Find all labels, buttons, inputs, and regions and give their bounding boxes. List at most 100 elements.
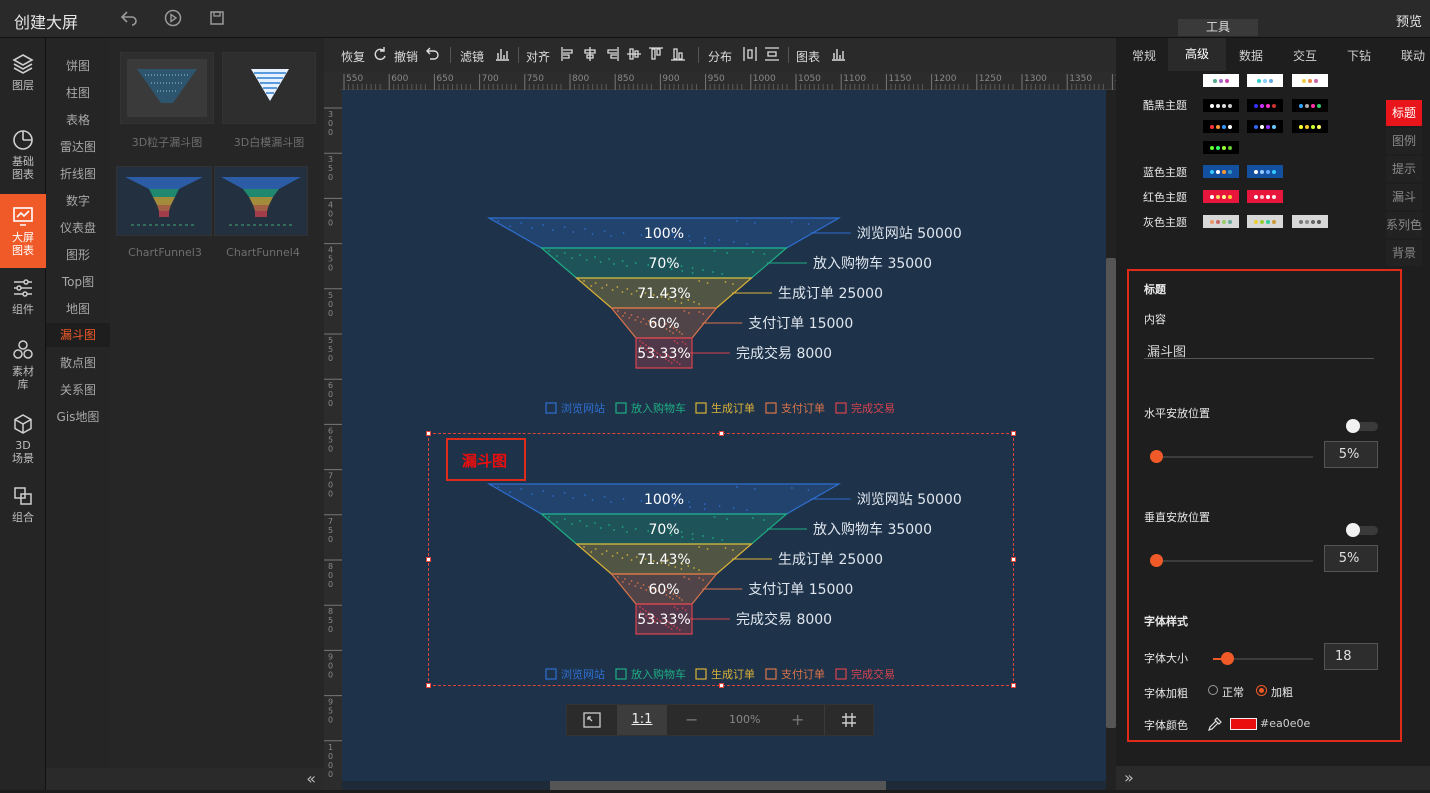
double-chevron-left-icon[interactable]: « bbox=[306, 769, 316, 788]
v-position-toggle[interactable] bbox=[1346, 523, 1378, 537]
theme-swatch[interactable] bbox=[1203, 141, 1239, 154]
align-left-icon[interactable] bbox=[560, 46, 576, 62]
theme-swatch[interactable] bbox=[1203, 74, 1239, 87]
ratio-1-1-button[interactable]: 1:1 bbox=[617, 705, 667, 735]
play-icon[interactable] bbox=[162, 8, 184, 30]
font-size-knob[interactable] bbox=[1221, 652, 1234, 665]
theme-swatch[interactable] bbox=[1292, 120, 1328, 133]
align-button[interactable]: 对齐 bbox=[526, 48, 550, 65]
tab-advanced[interactable]: 高级 bbox=[1168, 38, 1226, 71]
v-position-input[interactable]: 5% bbox=[1324, 545, 1378, 572]
theme-swatch[interactable] bbox=[1292, 215, 1328, 228]
theme-swatch[interactable] bbox=[1292, 74, 1328, 87]
nav-assets[interactable]: 素材库 bbox=[0, 338, 46, 396]
funnel-chart-2[interactable]: 100% 浏览网站 50000 70% 放入购物车 35000 71.43% 生成订单 2… bbox=[342, 430, 1106, 690]
menu-item[interactable]: 折线图 bbox=[46, 165, 110, 182]
h-position-toggle[interactable] bbox=[1346, 419, 1378, 433]
menu-item[interactable]: 图形 bbox=[46, 246, 110, 263]
undo-icon[interactable] bbox=[424, 46, 440, 62]
thumb-chartfunnel4[interactable] bbox=[214, 166, 308, 236]
side-tab-background[interactable]: 背景 bbox=[1386, 240, 1422, 266]
distribute-h-icon[interactable] bbox=[742, 46, 758, 62]
menu-item[interactable]: 饼图 bbox=[46, 57, 110, 74]
theme-swatch[interactable] bbox=[1247, 120, 1283, 133]
vertical-ruler[interactable]: 3003504004505005506006507007508008509009… bbox=[324, 90, 342, 790]
nav-layers[interactable]: 图层 bbox=[0, 52, 46, 100]
theme-swatch[interactable] bbox=[1247, 215, 1283, 228]
align-top-icon[interactable] bbox=[648, 46, 664, 62]
nav-group[interactable]: 组合 bbox=[0, 484, 46, 528]
menu-item[interactable]: 表格 bbox=[46, 111, 110, 128]
menu-item[interactable]: Gis地图 bbox=[46, 408, 110, 425]
vertical-scrollbar-thumb[interactable] bbox=[1106, 258, 1116, 728]
theme-swatch[interactable] bbox=[1292, 99, 1328, 112]
side-tab-title[interactable]: 标题 bbox=[1386, 100, 1422, 126]
nav-3d-scene[interactable]: 3D场景 bbox=[0, 412, 46, 470]
theme-swatch[interactable] bbox=[1203, 99, 1239, 112]
side-tab-series-color[interactable]: 系列色 bbox=[1386, 212, 1422, 238]
h-position-slider[interactable] bbox=[1155, 456, 1313, 458]
menu-item[interactable]: 雷达图 bbox=[46, 138, 110, 155]
redo-icon[interactable] bbox=[372, 46, 388, 62]
menu-item-funnel[interactable]: 漏斗图 bbox=[46, 323, 110, 347]
theme-swatch[interactable] bbox=[1203, 215, 1239, 228]
content-input[interactable]: 漏斗图 bbox=[1144, 337, 1374, 360]
eyedropper-icon[interactable] bbox=[1207, 716, 1223, 735]
zoom-in-icon[interactable]: + bbox=[791, 710, 804, 729]
theme-swatch[interactable] bbox=[1247, 99, 1283, 112]
tab-linkage[interactable]: 联动 bbox=[1401, 47, 1425, 64]
tab-interaction[interactable]: 交互 bbox=[1293, 47, 1317, 64]
theme-swatch[interactable] bbox=[1203, 165, 1239, 178]
theme-swatch[interactable] bbox=[1247, 190, 1283, 203]
menu-item[interactable]: 仪表盘 bbox=[46, 219, 110, 236]
radio-bold[interactable] bbox=[1256, 685, 1267, 696]
theme-swatch[interactable] bbox=[1247, 165, 1283, 178]
menu-item[interactable]: 关系图 bbox=[46, 381, 110, 398]
bar-chart-icon[interactable] bbox=[494, 46, 510, 62]
back-icon[interactable] bbox=[118, 8, 140, 30]
theme-swatch[interactable] bbox=[1247, 74, 1283, 87]
theme-swatch[interactable] bbox=[1203, 190, 1239, 203]
theme-swatch[interactable] bbox=[1203, 120, 1239, 133]
save-icon[interactable] bbox=[206, 8, 228, 30]
chart-bar-icon[interactable] bbox=[830, 46, 846, 62]
zoom-out-icon[interactable]: − bbox=[685, 710, 698, 729]
tool-badge[interactable]: 工具 bbox=[1178, 19, 1258, 36]
align-center-v-icon[interactable] bbox=[626, 46, 642, 62]
collapse-right-bar[interactable]: » bbox=[1116, 766, 1430, 790]
thumb-3d-white-funnel[interactable] bbox=[222, 52, 316, 124]
preview-button[interactable]: 预览 bbox=[1396, 11, 1422, 30]
collapse-left-bar[interactable]: « bbox=[46, 768, 324, 790]
align-center-h-icon[interactable] bbox=[582, 46, 598, 62]
tab-general[interactable]: 常规 bbox=[1132, 47, 1156, 64]
menu-item[interactable]: 散点图 bbox=[46, 354, 110, 371]
radio-normal[interactable] bbox=[1208, 685, 1218, 695]
font-size-input[interactable]: 18 bbox=[1324, 643, 1378, 670]
distribute-v-icon[interactable] bbox=[764, 46, 780, 62]
thumb-3d-particle-funnel[interactable] bbox=[120, 52, 214, 124]
nav-screen-charts[interactable]: 大屏图表 bbox=[0, 194, 46, 268]
double-chevron-right-icon[interactable]: » bbox=[1124, 768, 1134, 787]
horizontal-ruler[interactable]: 550 600 650 700 750 800 850 900 950 1000 1050 1100 1… bbox=[340, 72, 1150, 90]
menu-item[interactable]: Top图 bbox=[46, 273, 110, 290]
filter-button[interactable]: 滤镜 bbox=[460, 48, 484, 65]
font-color-swatch[interactable] bbox=[1230, 718, 1257, 730]
h-position-input[interactable]: 5% bbox=[1324, 441, 1378, 468]
menu-item[interactable]: 数字 bbox=[46, 192, 110, 209]
chart-button[interactable]: 图表 bbox=[796, 48, 820, 65]
nav-components[interactable]: 组件 bbox=[0, 276, 46, 320]
align-right-icon[interactable] bbox=[604, 46, 620, 62]
menu-item[interactable]: 柱图 bbox=[46, 84, 110, 101]
thumb-chartfunnel3[interactable] bbox=[116, 166, 212, 236]
side-tab-tooltip[interactable]: 提示 bbox=[1386, 156, 1422, 182]
menu-item[interactable]: 地图 bbox=[46, 300, 110, 317]
fit-screen-icon[interactable] bbox=[583, 712, 601, 731]
distribute-button[interactable]: 分布 bbox=[708, 48, 732, 65]
tab-drilldown[interactable]: 下钻 bbox=[1347, 47, 1371, 64]
h-position-knob[interactable] bbox=[1150, 450, 1163, 463]
side-tab-funnel[interactable]: 漏斗 bbox=[1386, 184, 1422, 210]
v-position-slider[interactable] bbox=[1155, 560, 1313, 562]
v-position-knob[interactable] bbox=[1150, 554, 1163, 567]
grid-icon[interactable] bbox=[841, 712, 857, 731]
undo-button[interactable]: 撤销 bbox=[394, 48, 418, 65]
